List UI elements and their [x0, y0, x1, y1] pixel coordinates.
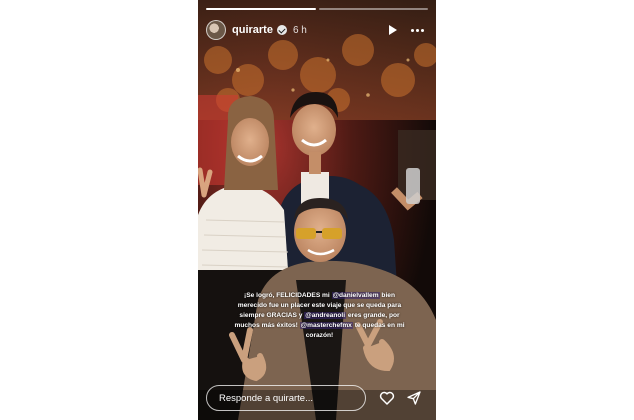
story-footer: Responde a quirarte...	[206, 384, 428, 412]
mention-link[interactable]: @andreanoli	[304, 312, 347, 319]
progress-segment	[206, 8, 316, 10]
more-icon[interactable]	[411, 28, 424, 32]
mention-link[interactable]: @danielvallem	[331, 292, 380, 299]
story-viewer[interactable]: quirarte 6 h ¡Se logró, FELICIDADES mi @…	[198, 0, 436, 420]
post-time: 6 h	[292, 24, 307, 36]
story-photo	[198, 0, 436, 420]
avatar[interactable]	[206, 20, 226, 40]
story-caption: ¡Se logró, FELICIDADES mi @danielvallem …	[232, 291, 407, 341]
story-header: quirarte 6 h	[206, 18, 428, 42]
reply-placeholder: Responde a quirarte...	[219, 392, 314, 404]
heart-icon[interactable]	[378, 389, 396, 407]
send-icon[interactable]	[406, 390, 422, 406]
story-progress-bar	[206, 8, 428, 10]
mention-link[interactable]: @masterchefmx	[299, 322, 353, 329]
username[interactable]: quirarte	[232, 24, 273, 36]
progress-segment	[318, 8, 428, 10]
reply-input[interactable]: Responde a quirarte...	[206, 385, 366, 411]
verified-badge-icon	[276, 25, 287, 35]
play-icon[interactable]	[389, 25, 397, 35]
caption-text: ¡Se logró, FELICIDADES mi	[244, 292, 332, 299]
